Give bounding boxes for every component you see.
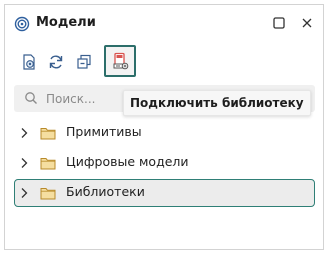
tree-item-label: Примитивы <box>66 124 142 139</box>
refresh-button[interactable] <box>45 51 67 73</box>
close-icon[interactable] <box>300 16 314 30</box>
document-view-button[interactable] <box>18 51 40 73</box>
connect-library-tooltip: Подключить библиотеку <box>123 90 311 116</box>
refresh-icon <box>49 55 63 69</box>
folder-icon <box>40 128 56 140</box>
maximize-icon[interactable] <box>272 16 286 30</box>
tree-item-primitives[interactable]: Примитивы <box>14 119 315 147</box>
search-icon <box>25 92 37 104</box>
collapse-all-icon <box>77 54 91 69</box>
panel-toolbar <box>5 45 323 79</box>
folder-icon <box>40 188 56 200</box>
tree-item-label: Цифровые модели <box>66 154 189 169</box>
tree-item-libraries[interactable]: Библиотеки <box>14 179 315 207</box>
chevron-right-icon[interactable] <box>19 127 29 139</box>
models-panel: Модели Поиск... Примитивы Цифровые модел… <box>4 4 324 250</box>
panel-title: Модели <box>36 15 96 30</box>
chevron-right-icon[interactable] <box>19 187 29 199</box>
folder-icon <box>40 158 56 170</box>
collapse-all-button[interactable] <box>73 51 95 73</box>
spiral-logo-icon <box>14 16 30 32</box>
panel-titlebar: Модели <box>5 5 323 41</box>
chevron-right-icon[interactable] <box>19 157 29 169</box>
document-view-icon <box>23 54 35 70</box>
tree-item-label: Библиотеки <box>66 184 145 199</box>
tree-item-digital-models[interactable]: Цифровые модели <box>14 149 315 177</box>
connect-library-button[interactable] <box>104 45 136 77</box>
connect-library-icon <box>113 52 129 70</box>
